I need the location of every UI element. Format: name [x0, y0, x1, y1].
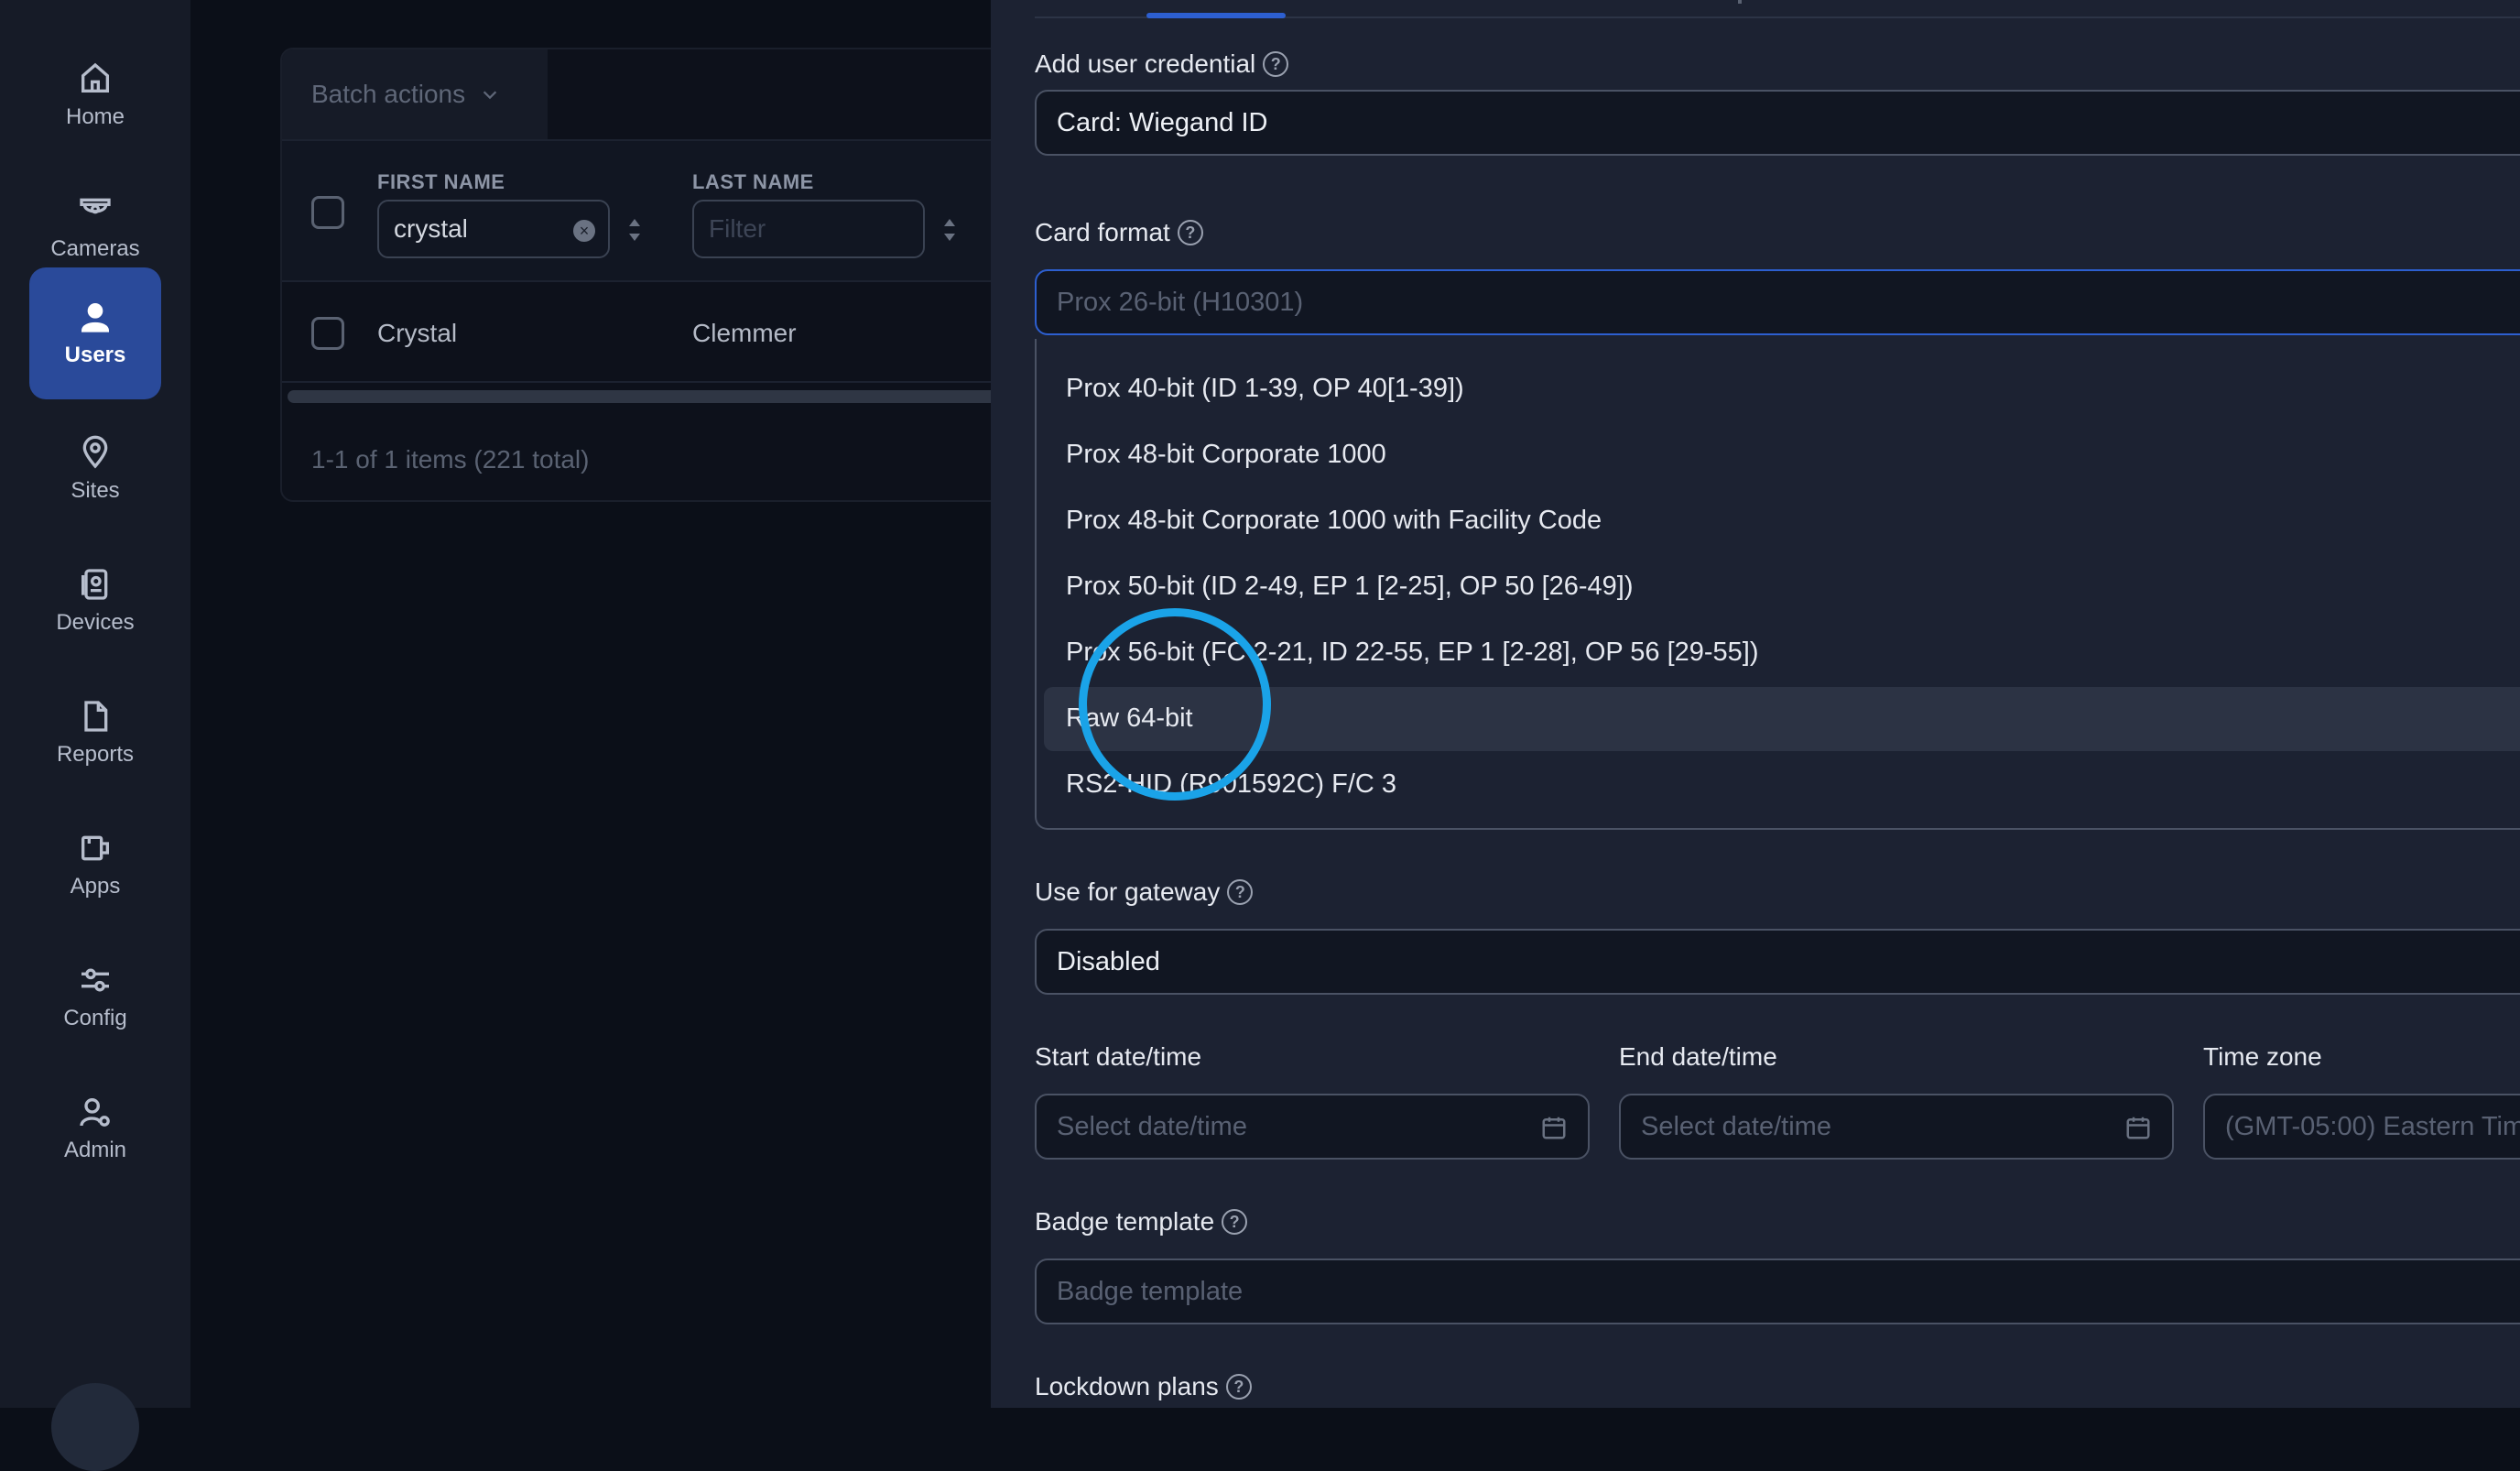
sliders-icon — [77, 962, 114, 998]
sidebar-item-config[interactable]: Config — [29, 931, 161, 1062]
gateway-select[interactable]: Disabled — [1035, 929, 2520, 995]
apps-icon — [77, 830, 114, 866]
chevron-down-icon — [483, 91, 497, 100]
click-indicator-ring — [1079, 608, 1271, 801]
row-checkbox[interactable] — [311, 317, 344, 350]
end-datetime-input[interactable]: Select date/time — [1619, 1094, 2174, 1160]
sidebar-item-users[interactable]: Users — [29, 267, 161, 399]
first-name-filter-input[interactable]: crystal × — [377, 200, 610, 258]
help-icon[interactable]: ? — [1222, 1209, 1248, 1235]
credential-type-value: Card: Wiegand ID — [1057, 107, 1268, 137]
start-datetime-label-text: Start date/time — [1035, 1042, 1202, 1071]
card-format-placeholder: Prox 26-bit (H10301) — [1057, 287, 1304, 317]
card-format-select[interactable]: Prox 26-bit (H10301) — [1035, 269, 2520, 335]
end-datetime-label-text: End date/time — [1619, 1042, 1777, 1071]
clear-icon[interactable]: × — [573, 220, 595, 242]
sidebar-item-label: Apps — [70, 874, 121, 899]
users-table: Batch actions FIRST NAME crystal × LAST … — [280, 48, 1015, 502]
column-title-last-name: LAST NAME — [692, 170, 814, 193]
batch-actions-button[interactable]: Batch actions — [282, 49, 548, 139]
camera-icon — [77, 192, 114, 229]
sidebar-item-label: Config — [63, 1006, 127, 1030]
select-all-checkbox[interactable] — [311, 196, 344, 229]
cell-first-name: Crystal — [377, 319, 458, 347]
start-datetime-placeholder: Select date/time — [1057, 1111, 1247, 1141]
dropdown-option[interactable]: Prox 48-bit Corporate 1000 — [1066, 440, 1386, 470]
help-icon[interactable]: ? — [1263, 51, 1289, 77]
pagination-summary: 1-1 of 1 items (221 total) — [311, 445, 590, 474]
timezone-label-text: Time zone — [2203, 1042, 2322, 1071]
file-icon — [77, 698, 114, 735]
sidebar-item-label: Users — [64, 343, 126, 367]
sidebar-item-label: Devices — [56, 610, 135, 635]
start-datetime-input[interactable]: Select date/time — [1035, 1094, 1590, 1160]
sort-icon[interactable] — [626, 214, 643, 245]
credential-label: Add user credential ? — [1035, 49, 1289, 79]
first-name-filter-value: crystal — [394, 214, 468, 243]
dropdown-option[interactable]: Prox 40-bit (ID 1-39, OP 40[1-39]) — [1066, 374, 1464, 404]
sort-icon[interactable] — [941, 214, 958, 245]
sidebar: Home Cameras Users Sites Devices Reports — [0, 0, 190, 1471]
sidebar-item-sites[interactable]: Sites — [29, 403, 161, 535]
lockdown-plans-label-text: Lockdown plans — [1035, 1372, 1219, 1400]
cell-last-name: Clemmer — [692, 319, 797, 347]
sidebar-item-devices[interactable]: Devices — [29, 535, 161, 667]
sidebar-item-label: Home — [65, 104, 125, 129]
end-datetime-label: End date/time — [1619, 1042, 1777, 1072]
timezone-select[interactable]: (GMT-05:00) Eastern Tim — [2203, 1094, 2520, 1160]
last-name-filter-placeholder: Filter — [709, 214, 766, 243]
gateway-label: Use for gateway ? — [1035, 877, 1254, 907]
dropdown-option[interactable]: Prox 48-bit Corporate 1000 with Facility… — [1066, 506, 1602, 536]
card-format-label-text: Card format — [1035, 218, 1170, 246]
sidebar-item-label: Sites — [71, 478, 120, 503]
tab-label-fragment — [1738, 0, 1742, 4]
end-datetime-placeholder: Select date/time — [1641, 1111, 1831, 1141]
sidebar-item-label: Reports — [56, 742, 135, 767]
sidebar-item-label: Cameras — [50, 236, 140, 261]
gateway-label-text: Use for gateway — [1035, 877, 1221, 906]
sidebar-item-label: Admin — [63, 1138, 127, 1162]
card-format-dropdown: Prox 40-bit (ID 1-39, OP 40[1-39]) Prox … — [1035, 339, 2520, 830]
active-tab-indicator — [1146, 13, 1286, 18]
device-icon — [77, 566, 114, 603]
badge-template-select[interactable]: Badge template — [1035, 1259, 2520, 1324]
calendar-icon[interactable] — [2124, 1114, 2152, 1141]
timezone-value: (GMT-05:00) Eastern Tim — [2225, 1111, 2520, 1141]
credential-type-select[interactable]: Card: Wiegand ID — [1035, 90, 2520, 156]
badge-template-placeholder: Badge template — [1057, 1276, 1244, 1306]
gateway-value: Disabled — [1057, 946, 1160, 976]
avatar[interactable] — [51, 1383, 139, 1471]
horizontal-scrollbar[interactable] — [288, 390, 1015, 403]
map-pin-icon — [77, 434, 114, 471]
last-name-filter-input[interactable]: Filter — [692, 200, 925, 258]
sidebar-item-admin[interactable]: Admin — [29, 1062, 161, 1194]
lockdown-plans-label: Lockdown plans ? — [1035, 1372, 1252, 1401]
calendar-icon[interactable] — [1540, 1114, 1568, 1141]
sidebar-item-home[interactable]: Home — [29, 29, 161, 161]
credential-label-text: Add user credential — [1035, 49, 1256, 78]
sidebar-item-reports[interactable]: Reports — [29, 667, 161, 799]
admin-user-gear-icon — [77, 1094, 114, 1130]
sidebar-item-apps[interactable]: Apps — [29, 799, 161, 931]
column-title-first-name: FIRST NAME — [377, 170, 505, 193]
help-icon[interactable]: ? — [1177, 220, 1203, 245]
dropdown-option[interactable]: Prox 50-bit (ID 2-49, EP 1 [2-25], OP 50… — [1066, 572, 1634, 602]
help-icon[interactable]: ? — [1227, 879, 1254, 905]
start-datetime-label: Start date/time — [1035, 1042, 1201, 1072]
timezone-label: Time zone — [2203, 1042, 2322, 1072]
table-header: FIRST NAME crystal × LAST NAME Filter — [282, 139, 1015, 282]
badge-template-label: Badge template ? — [1035, 1207, 1248, 1237]
help-icon[interactable]: ? — [1225, 1374, 1252, 1400]
table-row[interactable]: Crystal Clemmer — [282, 282, 1015, 383]
user-icon — [77, 299, 114, 335]
home-icon — [77, 60, 114, 97]
badge-template-label-text: Badge template — [1035, 1207, 1215, 1236]
batch-actions-label: Batch actions — [311, 80, 466, 108]
card-format-label: Card format ? — [1035, 218, 1203, 247]
